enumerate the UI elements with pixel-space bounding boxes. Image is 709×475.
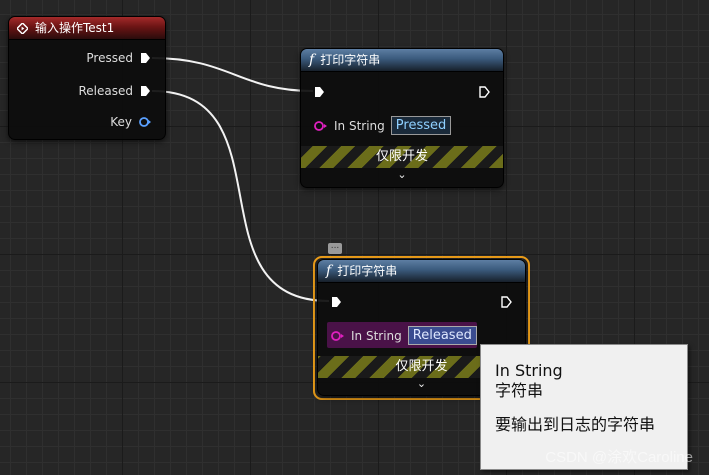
tooltip-pin-name: In String xyxy=(495,361,563,380)
pressed-pin-row[interactable]: Pressed xyxy=(86,51,151,65)
string-pin-icon[interactable] xyxy=(314,120,328,131)
in-string-pin-row[interactable]: In String Released xyxy=(331,326,477,345)
exec-in-pin-icon[interactable] xyxy=(331,296,342,308)
print-string-node-1[interactable]: f 打印字符串 In String Pressed 仅限开发 ⌄ xyxy=(300,48,504,188)
tooltip-pin-type: 字符串 xyxy=(495,381,544,400)
print-node-2-title: 打印字符串 xyxy=(337,264,398,278)
tooltip-description: 要输出到日志的字符串 xyxy=(495,415,656,434)
function-icon: f xyxy=(326,263,332,279)
development-only-label: 仅限开发 xyxy=(375,149,428,164)
exec-in-pin-icon[interactable] xyxy=(314,86,325,98)
event-node-title: 输入操作Test1 xyxy=(35,21,115,35)
event-diamond-icon xyxy=(17,22,28,34)
expand-chevron-icon[interactable]: ⌄ xyxy=(301,168,503,181)
in-string-label: In String xyxy=(334,118,385,133)
exec-out-pin-icon[interactable] xyxy=(501,296,512,308)
in-string-value-field[interactable]: Pressed xyxy=(390,116,452,135)
in-string-pin-row[interactable]: In String Pressed xyxy=(314,116,452,135)
print-node-2-header[interactable]: f 打印字符串 xyxy=(318,260,525,283)
print-node-1-header[interactable]: f 打印字符串 xyxy=(301,49,503,72)
released-pin-row[interactable]: Released xyxy=(78,84,151,98)
function-icon: f xyxy=(309,52,315,68)
string-pin-icon[interactable] xyxy=(331,330,345,341)
pressed-exec-pin-icon[interactable] xyxy=(140,52,151,64)
released-exec-pin-icon[interactable] xyxy=(140,85,151,97)
comment-bubble-icon[interactable]: ... xyxy=(328,242,342,254)
print-node-1-title: 打印字符串 xyxy=(320,53,381,67)
in-string-value-field[interactable]: Released xyxy=(407,326,477,345)
watermark: CSDN @涂欢Caroline xyxy=(545,449,693,466)
pressed-exec-wire xyxy=(151,57,314,92)
key-pin-label: Key xyxy=(110,115,132,129)
exec-out-pin-icon[interactable] xyxy=(479,86,490,98)
released-pin-label: Released xyxy=(78,84,133,98)
event-node-header[interactable]: 输入操作Test1 xyxy=(9,17,165,40)
input-action-event-node[interactable]: 输入操作Test1 Pressed Released Key xyxy=(8,16,166,140)
pressed-pin-label: Pressed xyxy=(86,51,133,65)
key-pin-row[interactable]: Key xyxy=(110,115,151,129)
in-string-label: In String xyxy=(351,328,402,343)
key-struct-pin-icon[interactable] xyxy=(139,117,151,127)
